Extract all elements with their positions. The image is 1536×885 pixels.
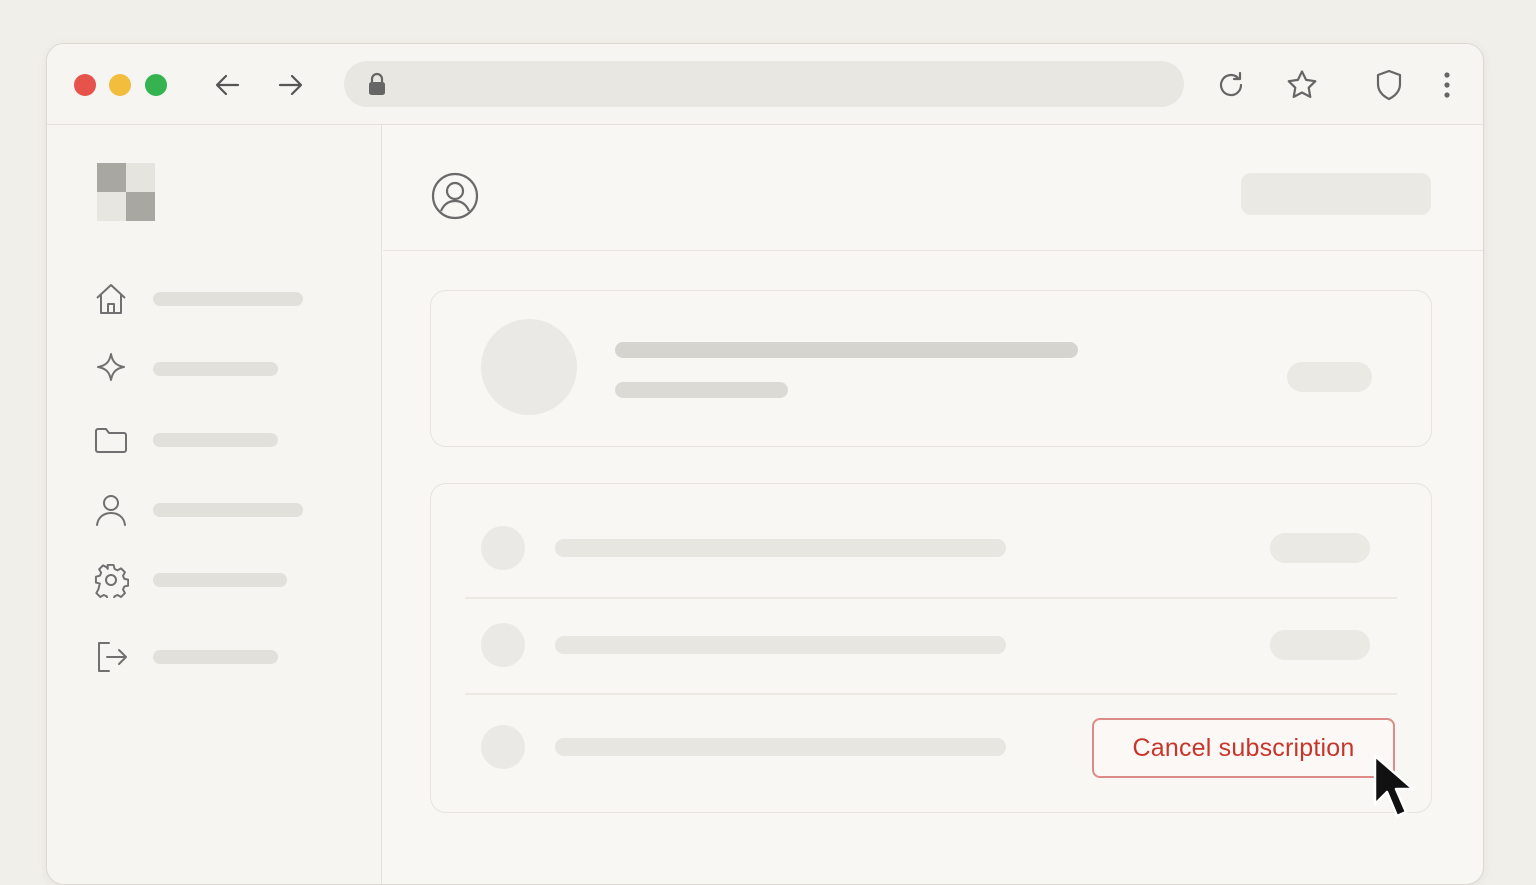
list-item-icon xyxy=(481,725,525,769)
lock-icon xyxy=(369,72,385,95)
sidebar-item-user[interactable] xyxy=(93,488,333,528)
list-item-icon xyxy=(481,526,525,570)
sidebar-item-label xyxy=(153,433,278,447)
sidebar-item-label xyxy=(153,362,278,376)
minimize-window-button[interactable] xyxy=(109,74,131,96)
sparkle-icon xyxy=(97,353,125,381)
sidebar-item-label xyxy=(153,292,303,306)
main-content: Cancel subscription xyxy=(383,125,1483,884)
sidebar xyxy=(47,125,382,884)
sidebar-item-label xyxy=(153,573,287,587)
sidebar-item-logout[interactable] xyxy=(93,635,333,675)
summary-action-placeholder[interactable] xyxy=(1287,362,1372,392)
list-item-icon xyxy=(481,623,525,667)
list-item-text xyxy=(555,539,1006,557)
sidebar-item-folder[interactable] xyxy=(93,418,333,458)
browser-window: Cancel subscription xyxy=(46,43,1484,885)
list-item-text xyxy=(555,636,1006,654)
header-action-placeholder[interactable] xyxy=(1241,173,1431,215)
list-item-text xyxy=(555,738,1006,756)
logout-icon xyxy=(98,642,127,672)
name-placeholder xyxy=(615,342,1078,358)
home-icon xyxy=(96,284,126,314)
forward-arrow-icon[interactable] xyxy=(273,68,307,102)
maximize-window-button[interactable] xyxy=(145,74,167,96)
address-bar[interactable] xyxy=(344,61,1184,109)
back-arrow-icon[interactable] xyxy=(211,68,245,102)
sidebar-item-label xyxy=(153,503,303,517)
browser-toolbar xyxy=(47,44,1483,125)
profile-icon[interactable] xyxy=(430,171,480,221)
cancel-subscription-button[interactable]: Cancel subscription xyxy=(1092,718,1395,778)
avatar xyxy=(481,319,577,415)
account-summary-card xyxy=(430,290,1432,447)
sidebar-item-settings[interactable] xyxy=(93,558,333,598)
mouse-pointer-icon xyxy=(1373,754,1415,818)
list-item-action[interactable] xyxy=(1270,630,1370,660)
url-input[interactable] xyxy=(400,61,1164,109)
folder-icon xyxy=(95,428,127,453)
sidebar-item-home[interactable] xyxy=(93,277,333,317)
gear-icon xyxy=(94,563,129,598)
close-window-button[interactable] xyxy=(74,74,96,96)
user-icon xyxy=(96,495,126,526)
star-icon[interactable] xyxy=(1285,68,1319,102)
subtitle-placeholder xyxy=(615,382,788,398)
reload-icon[interactable] xyxy=(1214,68,1248,102)
more-vertical-icon[interactable] xyxy=(1430,68,1464,102)
sidebar-item-sparkle[interactable] xyxy=(93,347,333,387)
sidebar-item-label xyxy=(153,650,278,664)
shield-icon[interactable] xyxy=(1372,68,1406,102)
app-logo xyxy=(97,163,155,221)
divider xyxy=(465,597,1397,599)
list-item-action[interactable] xyxy=(1270,533,1370,563)
subscription-list-card: Cancel subscription xyxy=(430,483,1432,813)
divider xyxy=(465,693,1397,695)
content-header xyxy=(383,125,1483,251)
